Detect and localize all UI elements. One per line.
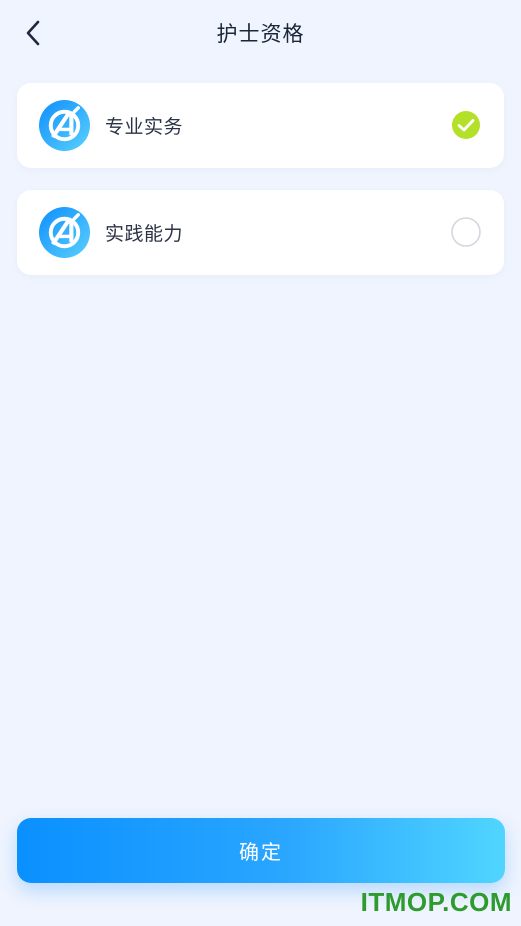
page-title: 护士资格: [216, 22, 305, 46]
option-label: 实践能力: [105, 223, 184, 245]
option-label: 专业实务: [105, 116, 184, 138]
unchecked-radio-icon[interactable]: [450, 216, 482, 248]
option-card-practical-ability[interactable]: 实践能力: [17, 190, 504, 275]
option-card-professional-practice[interactable]: 专业实务: [17, 83, 504, 168]
confirm-button[interactable]: 确定: [17, 818, 505, 883]
app-logo-icon: [39, 207, 90, 258]
app-logo-icon: [39, 100, 90, 151]
watermark: ITMOP.COM: [360, 887, 512, 917]
checked-radio-icon[interactable]: [450, 109, 482, 141]
header-bar: 护士资格: [0, 0, 521, 66]
